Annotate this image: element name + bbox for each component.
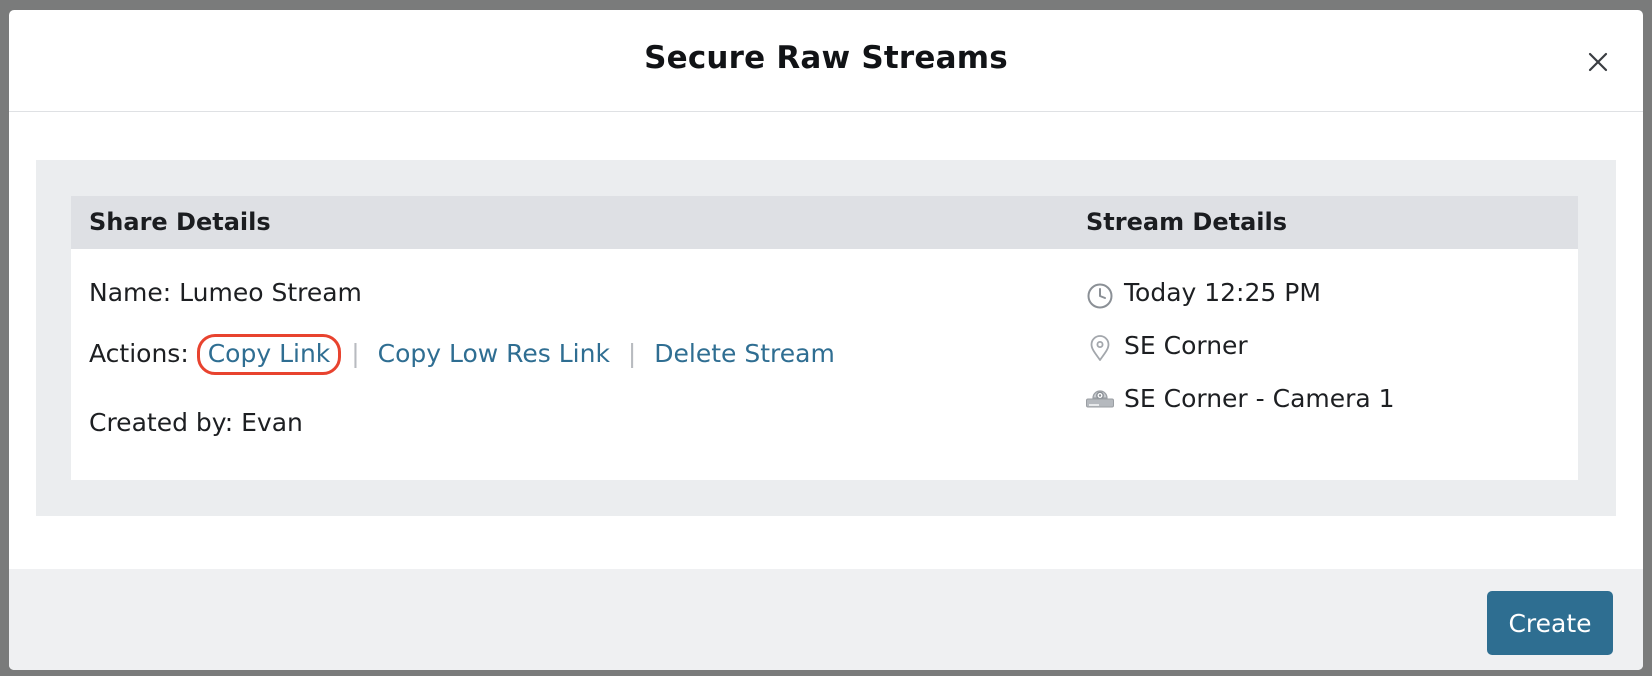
close-icon xyxy=(1588,52,1608,72)
share-actions-label: Actions: xyxy=(89,339,189,368)
created-by-label: Created by: xyxy=(89,408,234,437)
copy-link-highlight: Copy Link xyxy=(196,334,342,375)
share-actions-row: Actions: Copy Link | Copy Low Res Link |… xyxy=(89,334,835,375)
secure-raw-streams-modal: Secure Raw Streams Share Details Stream … xyxy=(9,10,1643,670)
copy-low-res-link-button[interactable]: Copy Low Res Link xyxy=(378,339,610,368)
location-pin-icon xyxy=(1090,335,1110,361)
details-card: Share Details Stream Details Name: Lumeo… xyxy=(71,196,1578,480)
close-button[interactable] xyxy=(1583,47,1613,77)
stream-time: Today 12:25 PM xyxy=(1124,278,1321,307)
share-details-header: Share Details xyxy=(89,208,271,236)
modal-footer: Create xyxy=(9,569,1643,670)
copy-link-button[interactable]: Copy Link xyxy=(208,339,331,368)
clock-icon xyxy=(1087,283,1113,309)
modal-body: Share Details Stream Details Name: Lumeo… xyxy=(9,113,1643,569)
share-name-label: Name: xyxy=(89,278,172,307)
action-separator: | xyxy=(627,339,637,368)
created-by-value: Evan xyxy=(241,408,303,437)
share-name-row: Name: Lumeo Stream xyxy=(89,278,362,307)
share-created-by-row: Created by: Evan xyxy=(89,408,303,437)
action-separator: | xyxy=(351,339,360,368)
details-panel: Share Details Stream Details Name: Lumeo… xyxy=(36,160,1616,516)
create-button[interactable]: Create xyxy=(1487,591,1613,655)
modal-title: Secure Raw Streams xyxy=(644,40,1008,76)
stream-camera: SE Corner - Camera 1 xyxy=(1124,384,1395,413)
delete-stream-button[interactable]: Delete Stream xyxy=(654,339,835,368)
stream-details-header: Stream Details xyxy=(1086,208,1288,236)
camera-icon xyxy=(1086,390,1114,408)
modal-header: Secure Raw Streams xyxy=(9,10,1643,112)
stream-location: SE Corner xyxy=(1124,331,1248,360)
share-name-value: Lumeo Stream xyxy=(179,278,362,307)
details-table-header: Share Details Stream Details xyxy=(71,196,1578,249)
